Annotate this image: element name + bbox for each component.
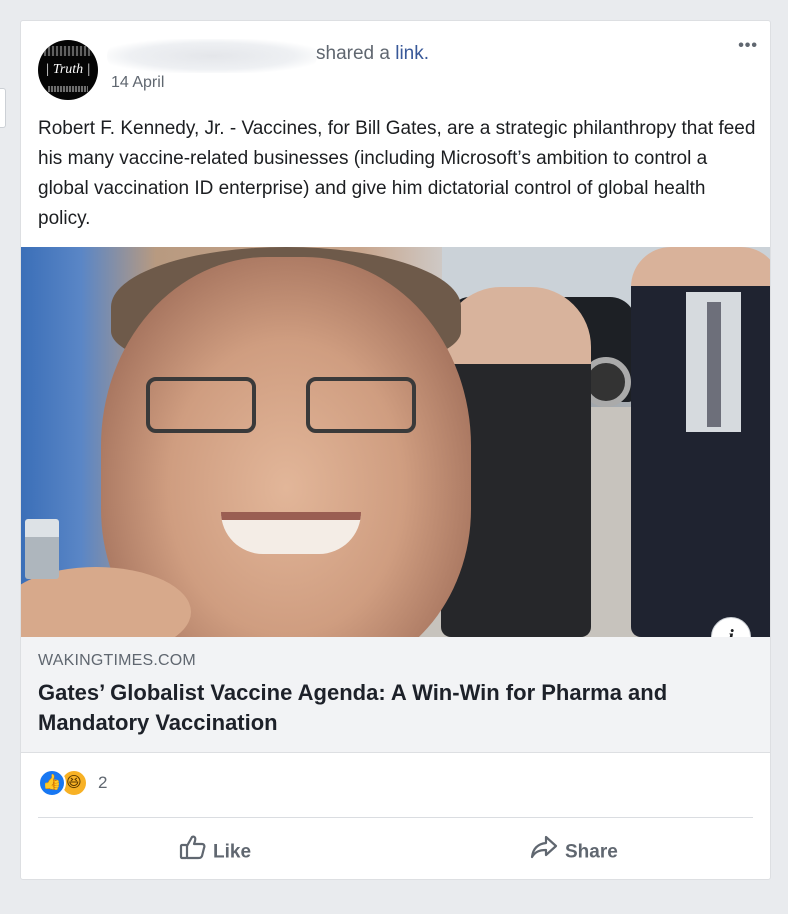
link-preview-image[interactable]	[21, 247, 770, 637]
actions-divider	[38, 817, 753, 818]
link-title[interactable]: Gates’ Globalist Vaccine Agenda: A Win-W…	[38, 678, 758, 738]
shared-link[interactable]: link.	[395, 43, 429, 64]
like-label: Like	[213, 841, 252, 863]
link-domain: WAKINGTIMES.COM	[38, 652, 196, 669]
page-avatar[interactable]: | Truth |	[38, 40, 98, 100]
avatar-pattern-bottom	[48, 86, 88, 92]
post-card: | Truth | shared a link. 14 April ••• Ro…	[20, 20, 771, 880]
more-options-icon[interactable]: •••	[738, 37, 758, 55]
thumbs-up-icon	[179, 833, 207, 872]
post-header: | Truth | shared a link. 14 April •••	[21, 21, 770, 121]
photo-vaccine-vial	[25, 519, 59, 579]
reaction-count[interactable]: 2	[98, 773, 107, 793]
share-arrow-icon	[529, 833, 559, 872]
shared-label: shared a	[316, 43, 390, 64]
share-label: Share	[565, 841, 618, 863]
photo-tie	[707, 302, 721, 427]
blurred-author-name[interactable]	[107, 39, 317, 73]
photo-smile	[221, 512, 361, 554]
post-message: Robert F. Kennedy, Jr. - Vaccines, for B…	[38, 118, 756, 229]
shared-link-text: shared a link.	[316, 43, 429, 65]
photo-glasses	[146, 377, 436, 443]
avatar-pattern-top	[44, 46, 92, 56]
share-button[interactable]: Share	[529, 833, 618, 865]
post-date[interactable]: 14 April	[111, 74, 164, 92]
avatar-logo-text: | Truth |	[45, 62, 91, 77]
adjacent-panel-edge	[0, 88, 6, 128]
link-preview-box[interactable]: WAKINGTIMES.COM Gates’ Globalist Vaccine…	[21, 637, 770, 753]
like-reaction-icon: 👍	[38, 769, 66, 797]
like-button[interactable]: Like	[179, 833, 251, 865]
